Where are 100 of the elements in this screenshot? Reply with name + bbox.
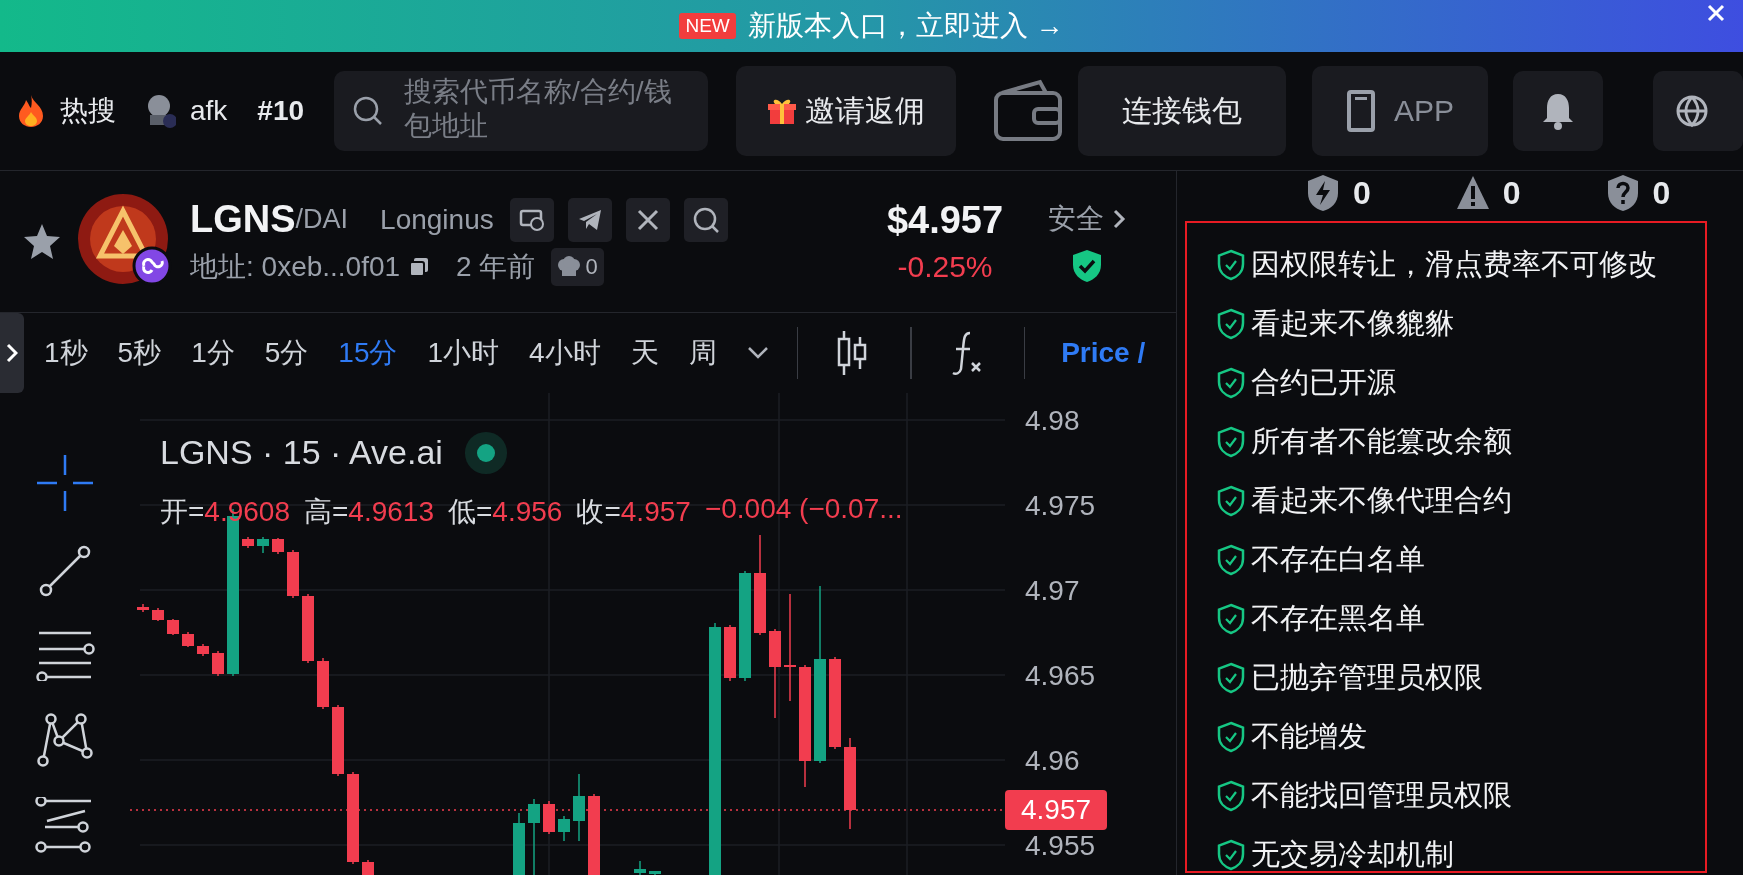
security-check-text: 不存在白名单 — [1251, 542, 1425, 577]
shield-check-icon — [1217, 780, 1245, 812]
candle — [302, 593, 314, 664]
chart-legend-title: LGNS · 15 · Ave.ai — [160, 433, 443, 472]
candle — [167, 618, 179, 636]
shield-check-icon — [1071, 247, 1103, 284]
chevron-right-icon — [1112, 207, 1126, 230]
security-check-text: 看起来不像代理合约 — [1251, 483, 1512, 518]
security-check-text: 不能找回管理员权限 — [1251, 778, 1512, 813]
candle — [137, 603, 149, 613]
website-button[interactable] — [509, 197, 554, 242]
candle — [197, 643, 209, 657]
price-axis-label: 4.97 — [1025, 574, 1080, 608]
avatar-icon — [146, 93, 176, 129]
ohlc-value: 收=4.957 — [576, 495, 691, 529]
contract-address: 地址: 0xeb...0f01 — [190, 249, 401, 284]
shield-check-icon — [1217, 426, 1245, 458]
connect-wallet-button[interactable]: 连接钱包 — [1078, 66, 1287, 156]
parallel-lines-icon[interactable] — [35, 629, 95, 681]
expand-panel-button[interactable] — [0, 313, 24, 393]
token-symbol: LGNS — [190, 198, 296, 241]
safety-link[interactable]: 安全 — [1048, 199, 1126, 238]
risk-count: 0 — [1502, 174, 1521, 212]
candle — [724, 624, 736, 682]
security-check-text: 无交易冷却机制 — [1251, 837, 1454, 872]
x-button[interactable] — [625, 197, 670, 242]
copy-icon[interactable] — [408, 255, 431, 278]
ohlc-change: −0.004 (−0.07... — [704, 493, 903, 526]
shield-check-icon — [1217, 544, 1245, 576]
quote-currency: /DAI — [295, 204, 349, 235]
interval-tab[interactable]: 1小时 — [427, 334, 500, 372]
current-price-label: 4.957 — [1005, 790, 1108, 830]
risk-count: 0 — [1652, 174, 1671, 212]
candle — [362, 859, 374, 875]
interval-tab[interactable]: 5分 — [264, 334, 309, 372]
phone-icon — [1346, 89, 1376, 133]
announcement-banner[interactable]: NEW 新版本入口，立即进入 → — [0, 0, 1743, 52]
security-check-text: 合约已开源 — [1251, 365, 1396, 400]
candle — [543, 800, 555, 835]
candle — [558, 815, 570, 842]
search-button[interactable] — [683, 197, 728, 242]
security-check-text: 所有者不能篡改余额 — [1251, 424, 1512, 459]
globe-icon — [1675, 94, 1709, 128]
shield-check-icon — [1217, 485, 1245, 517]
chevron-right-icon — [6, 342, 18, 364]
interval-tab[interactable]: 4小时 — [529, 334, 601, 372]
candle — [317, 657, 329, 710]
price-axis-label: 4.965 — [1025, 659, 1096, 693]
security-check-text: 不存在黑名单 — [1251, 601, 1425, 636]
token-name: Longinus — [380, 203, 494, 236]
candle — [152, 607, 164, 622]
price-axis-label: 4.955 — [1025, 829, 1096, 863]
close-icon[interactable] — [1707, 4, 1725, 22]
interval-tab[interactable]: 1分 — [191, 334, 235, 372]
search-icon — [691, 205, 720, 234]
candle — [212, 650, 224, 677]
ohlc-value: 高=4.9613 — [304, 495, 434, 529]
interval-tab[interactable]: 1秒 — [44, 334, 88, 372]
chef-hat-icon — [557, 255, 582, 278]
language-button[interactable] — [1653, 71, 1743, 151]
price-axis-label: 4.96 — [1025, 744, 1080, 778]
candle — [649, 871, 661, 875]
pattern-icon[interactable] — [35, 711, 95, 767]
price-axis-label: 4.975 — [1025, 489, 1096, 523]
token-age: 2 年前 — [456, 249, 536, 284]
interval-tab[interactable]: 5秒 — [117, 334, 162, 372]
risk-count: 0 — [1353, 174, 1371, 212]
price-scale-tab[interactable]: Price / — [1061, 337, 1146, 369]
ohlc-value: 低=4.956 — [448, 495, 563, 529]
interval-tab[interactable]: 周 — [688, 334, 717, 372]
rank-label: #10 — [257, 95, 305, 127]
shield-check-icon — [1217, 308, 1245, 340]
candle — [257, 536, 269, 554]
crosshair-icon[interactable] — [35, 453, 95, 513]
search-field[interactable]: 搜索代币名称/合约/钱包地址 — [334, 71, 709, 151]
security-check-text: 看起来不像貔貅 — [1251, 306, 1454, 341]
candle — [242, 536, 254, 549]
fire-icon — [16, 94, 46, 128]
bell-icon — [1541, 92, 1575, 130]
interval-tab[interactable]: 天 — [630, 334, 659, 372]
app-button[interactable]: APP — [1312, 66, 1488, 156]
price-axis-label: 4.98 — [1025, 404, 1080, 438]
new-badge: NEW — [679, 13, 736, 39]
price-change: -0.25% — [897, 250, 993, 284]
wallet-icon[interactable] — [992, 79, 1065, 143]
chevron-down-icon[interactable] — [746, 346, 769, 360]
shield-check-icon — [1217, 721, 1245, 753]
security-check-text: 因权限转让，滑点费率不可修改 — [1251, 247, 1657, 282]
interval-tab[interactable]: 15分 — [338, 334, 398, 372]
monitor-globe-icon — [518, 207, 545, 232]
candle — [513, 812, 525, 875]
user-link[interactable]: afk — [146, 93, 228, 129]
invite-button[interactable]: 邀请返佣 — [736, 66, 957, 156]
hot-search-link[interactable]: 热搜 — [16, 92, 116, 130]
chef-count: 0 — [585, 253, 598, 280]
notifications-button[interactable] — [1513, 71, 1603, 151]
telegram-button[interactable] — [567, 197, 612, 242]
trend-line-icon[interactable] — [37, 543, 93, 599]
candle — [272, 537, 284, 555]
candle — [182, 631, 194, 648]
